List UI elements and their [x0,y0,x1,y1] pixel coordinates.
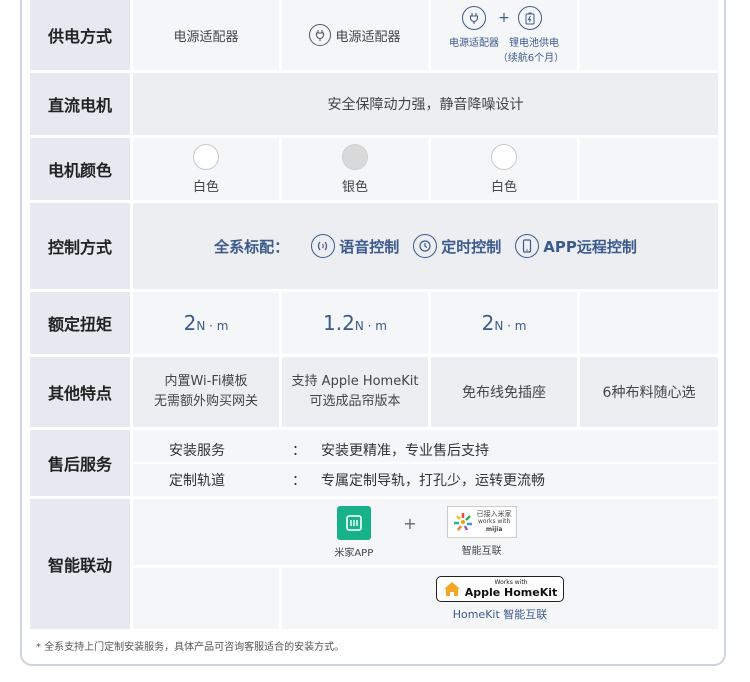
label-smart: 智能联动 [30,499,130,629]
torque-value: 2 [183,311,197,335]
feature-2-line-2: 可选成品帘版本 [309,394,401,409]
feature-2: 支持 Apple HomeKit 可选成品帘版本 [282,357,428,427]
control-voice: 语音控制 [339,237,400,256]
mijia-link-label: 智能互联 [461,545,502,557]
homekit-badge: Works with Apple HomeKit [435,575,565,602]
feature-2-line-1: 支持 Apple HomeKit [291,374,419,389]
control-timer: 定时控制 [441,237,502,256]
label-power: 供电方式 [30,0,130,70]
color-option-2: 银色 [282,138,428,200]
power-option-1: 电源适配器 [133,0,279,70]
torque-unit: N · m [354,319,387,333]
color-swatch-white [193,143,219,170]
power-text-2: 电源适配器 [335,29,401,45]
control-prefix: 全系标配： [214,237,290,256]
torque-value: 2 [481,311,495,335]
plus-sign: + [403,513,417,533]
service-value: 安装更精准，专业售后支持 [321,443,489,459]
smart-empty-cell [133,568,279,629]
mijia-area: 米家APP + 已接入米家 works with mijia 智能互联 [133,499,718,565]
phone-icon [515,234,540,258]
row-service: 售后服务 安装服务 ： 安装更精准，专业售后支持 定制轨道 ： 专属定制导轨，打… [30,430,718,496]
mijia-badge: 已接入米家 works with mijia [446,505,517,538]
color-option-1: 白色 [133,138,279,200]
service-colon: ： [292,443,306,459]
service-item: 安装服务 ： 安装更精准，专业售后支持 [133,438,718,462]
power-option-4 [580,0,718,70]
battery-icon [517,6,542,30]
battery-label: 锂电池供电 [509,38,559,49]
mijia-badge-cn: 已接入米家 [476,509,512,518]
homekit-brand-text: Apple HomeKit [464,585,558,599]
service-key: 安装服务 [169,443,225,459]
row-motor: 直流电机 安全保障动力强，静音降噪设计 [30,73,718,135]
voice-icon [311,234,336,258]
color-option-4 [580,138,718,200]
service-item: 定制轨道 ： 专属定制导轨，打孔少，运转更流畅 [133,468,718,492]
torque-option-1: 2N · m [133,292,279,354]
feature-1: 内置Wi-Fi模板 无需额外购买网关 [133,357,279,427]
service-value: 专属定制导轨，打孔少，运转更流畅 [321,473,545,489]
homekit-area: Works with Apple HomeKit HomeKit 智能互联 [282,568,718,629]
timer-icon [413,234,438,258]
power-adapter-label: 电源适配器 [449,38,499,49]
mijia-colorful-icon [453,512,472,531]
row-torque: 额定扭矩 2N · m 1.2N · m 2N · m [30,292,718,354]
mijia-app-label: 米家APP [334,547,374,559]
power-option-2: 电源适配器 [282,0,428,70]
control-methods: 全系标配： 语音控制 定时控制 APP远程控制 [133,203,718,289]
mijia-badge-brand: mijia [485,525,503,533]
color-name: 白色 [192,179,219,195]
color-name: 白色 [490,179,517,195]
torque-option-4 [580,292,718,354]
torque-unit: N · m [196,319,229,333]
feature-1-line-1: 内置Wi-Fi模板 [164,374,248,389]
feature-1-line-2: 无需额外购买网关 [153,394,258,409]
battery-duration: （续航6个月） [497,53,565,64]
row-smart: 智能联动 米家APP + 已接入米家 works with mijia 智能互联… [30,499,718,629]
plus-sign: + [498,10,510,26]
label-service: 售后服务 [30,430,130,496]
power-text-1: 电源适配器 [173,29,239,45]
torque-option-3: 2N · m [431,292,577,354]
control-app: APP远程控制 [543,237,637,256]
service-key: 定制轨道 [169,473,225,489]
feature-3: 免布线免插座 [431,357,577,427]
homekit-link-label: HomeKit 智能互联 [452,607,548,621]
torque-value: 1.2 [323,311,355,335]
power-option-3: + 电源适配器 锂电池供电 （续航6个月） [431,0,577,70]
row-power: 供电方式 电源适配器 电源适配器 + 电源适配器 锂电池供电 （续航6个月） [30,0,718,70]
color-name: 银色 [341,179,368,195]
label-color: 电机颜色 [30,138,130,200]
label-control: 控制方式 [30,203,130,289]
row-features: 其他特点 内置Wi-Fi模板 无需额外购买网关 支持 Apple HomeKit… [30,357,718,427]
footnote: * 全系支持上门定制安装服务，具体产品可咨询客服适合的安装方式。 [36,642,345,653]
color-swatch-white [491,143,517,170]
mijia-logo-icon [336,505,371,540]
row-color: 电机颜色 白色 银色 白色 [30,138,718,200]
color-swatch-silver [342,143,368,170]
motor-desc: 安全保障动力强，静音降噪设计 [133,73,718,135]
service-divider [133,462,718,464]
row-control: 控制方式 全系标配： 语音控制 定时控制 APP远程控制 [30,203,718,289]
feature-4: 6种布料随心选 [580,357,718,427]
plug-icon [309,24,332,46]
color-option-3: 白色 [431,138,577,200]
torque-option-2: 1.2N · m [282,292,428,354]
home-icon [443,581,460,596]
plug-icon [462,6,487,30]
label-motor: 直流电机 [30,73,130,135]
label-features: 其他特点 [30,357,130,427]
service-colon: ： [292,473,306,489]
mijia-badge-en: works with [478,517,511,525]
label-torque: 额定扭矩 [30,292,130,354]
torque-unit: N · m [494,319,527,333]
